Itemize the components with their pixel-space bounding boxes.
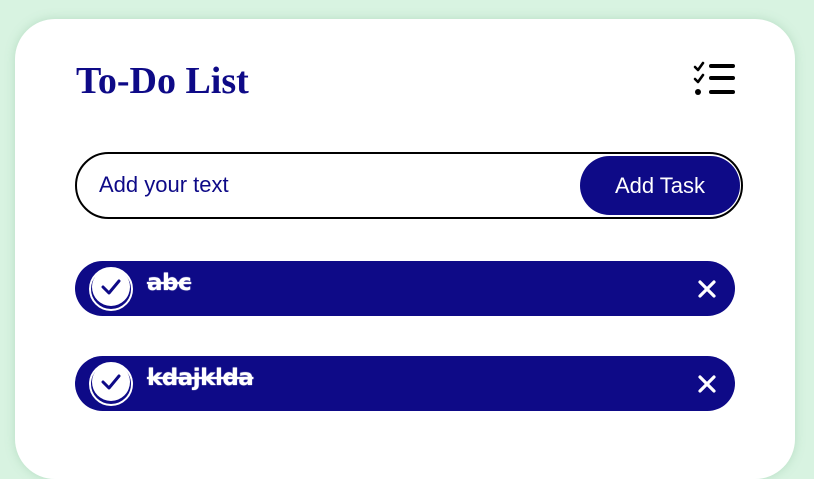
task-item[interactable]: kdajklda xyxy=(75,356,735,411)
page-title: To-Do List xyxy=(76,60,249,102)
close-icon[interactable] xyxy=(697,374,717,394)
task-text: kdajklda xyxy=(147,365,254,391)
todo-card: To-Do List Add Task abc xyxy=(15,19,795,479)
task-input-row: Add Task xyxy=(75,152,743,219)
close-icon[interactable] xyxy=(697,279,717,299)
task-input[interactable] xyxy=(99,168,559,202)
add-task-button[interactable]: Add Task xyxy=(580,156,740,215)
task-list: abc kdajklda xyxy=(75,261,735,451)
check-circle-icon[interactable] xyxy=(92,268,130,306)
checklist-icon xyxy=(693,61,735,95)
task-text: abc xyxy=(147,270,192,296)
check-circle-icon[interactable] xyxy=(92,363,130,401)
task-item[interactable]: abc xyxy=(75,261,735,316)
